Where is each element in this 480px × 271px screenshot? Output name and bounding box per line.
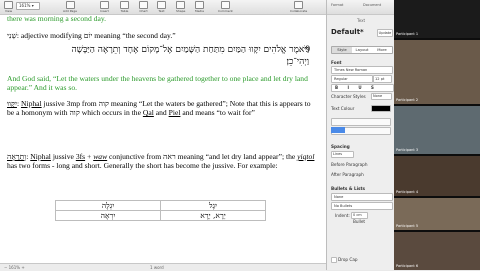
- line-spacing-select[interactable]: Lines: [331, 151, 354, 158]
- insert-button[interactable]: Insert: [100, 1, 109, 13]
- text-colour-well[interactable]: [371, 105, 391, 112]
- tab-style[interactable]: Style: [332, 47, 352, 53]
- bullet-label: Bullet: [353, 219, 366, 224]
- inspector-section-title: Text: [357, 18, 366, 23]
- add-page-icon: [65, 1, 75, 9]
- participant-tile[interactable]: Participant 2: [394, 40, 480, 104]
- view-button[interactable]: View: [4, 1, 13, 13]
- add-page-button[interactable]: Add Page: [63, 1, 77, 13]
- collaborate-button[interactable]: Collaborate: [290, 1, 307, 13]
- table-icon: [120, 1, 129, 9]
- note-second-day: שֵׁנִי: adjective modifying יוֹם meaning…: [7, 31, 319, 40]
- shape-icon: [176, 1, 186, 9]
- participant-tile[interactable]: Participant 5: [394, 198, 480, 230]
- table-cell: יֵרָא, יֵרֶא: [160, 210, 266, 221]
- document-area: there was morning a second day. שֵׁנִי: …: [0, 15, 326, 263]
- hebrew-word: שֵׁנִי: [7, 31, 17, 40]
- spacing-label: Spacing: [331, 144, 350, 149]
- tab-layout[interactable]: Layout: [352, 47, 372, 53]
- indent-label: Indent:: [335, 213, 350, 218]
- inspector-tabs: Style Layout More: [331, 46, 393, 54]
- format-inspector: Format Document Text Default* Update Sty…: [326, 0, 395, 270]
- table-cell: יִגֶל: [160, 200, 266, 211]
- participant-tile[interactable]: Participant 1: [394, 0, 480, 38]
- participant-tile[interactable]: Participant 6: [394, 232, 480, 270]
- example-table[interactable]: יִגְלֶה יִגֶל יִרְאֶה יֵרָא, יֵרֶא: [55, 200, 266, 221]
- comment-button[interactable]: Comment: [218, 1, 233, 13]
- participant-tile[interactable]: Participant 3: [394, 106, 480, 154]
- view-icon: [4, 1, 13, 9]
- hebrew-verse-line-1: וַיֹּאמֶר אֱלֹהִים יִקָּווּ הַמַּיִם מִת…: [71, 45, 310, 55]
- hebrew-word: וְתֵרָאֶה: [7, 152, 27, 161]
- chart-icon: [139, 1, 148, 9]
- note-gathered: יִקָּווּ: Niphal jussive 3mp from קוה me…: [7, 99, 311, 118]
- character-styles-select[interactable]: None: [371, 93, 392, 100]
- paragraph-style-name[interactable]: Default*: [331, 28, 364, 36]
- verse-translation: And God said, “Let the waters under the …: [7, 74, 308, 93]
- collaborate-icon: [294, 1, 304, 9]
- bullet-list-style-select[interactable]: None: [331, 193, 393, 201]
- bullets-lists-label: Bullets & Lists: [331, 186, 366, 191]
- media-button[interactable]: Media: [195, 1, 204, 13]
- app-toolbar: 161% ▾ View Add Page Insert Table Chart …: [0, 0, 326, 15]
- before-paragraph-label: Before Paragraph: [331, 162, 368, 167]
- text-button[interactable]: Text: [157, 1, 166, 13]
- drop-cap-label: Drop Cap: [338, 257, 358, 262]
- text-icon: [157, 1, 166, 9]
- font-size-field[interactable]: 12 pt: [373, 75, 392, 83]
- after-paragraph-label: After Paragraph: [331, 172, 364, 177]
- font-name-select[interactable]: Times New Roman: [331, 66, 393, 74]
- text-colour-label: Text Colour: [331, 106, 355, 111]
- participant-tile[interactable]: Participant 4: [394, 156, 480, 196]
- table-cell: יִגְלֶה: [55, 200, 161, 211]
- note-text: : adjective modifying יוֹם meaning “the …: [16, 31, 176, 40]
- tab-more[interactable]: More: [372, 47, 392, 53]
- insert-icon: [100, 1, 109, 9]
- document-tab[interactable]: Document: [363, 3, 381, 7]
- indent-field[interactable]: 0 cm: [351, 212, 368, 219]
- font-label: Font: [331, 60, 342, 65]
- media-icon: [195, 1, 204, 9]
- drop-cap-checkbox[interactable]: [331, 257, 337, 263]
- inspector-header: Format Document: [327, 0, 395, 15]
- alignment-buttons[interactable]: [331, 118, 391, 126]
- update-style-button[interactable]: Update: [377, 29, 393, 37]
- text-line-morning: there was morning a second day.: [7, 15, 107, 23]
- format-tab[interactable]: Format: [331, 3, 343, 7]
- text-format-buttons[interactable]: B I U S: [331, 84, 394, 92]
- table-row: יִגְלֶה יִגֶל: [55, 200, 266, 211]
- selected-alignment-indicator: [331, 127, 345, 133]
- table-cell: יִרְאֶה: [55, 210, 161, 221]
- zoom-select[interactable]: 161% ▾: [16, 2, 40, 10]
- chart-button[interactable]: Chart: [139, 1, 148, 13]
- table-button[interactable]: Table: [120, 1, 129, 13]
- character-styles-label: Character Styles: [331, 94, 366, 99]
- note-appear: וְתֵרָאֶה: Niphal jussive 3fs + waw conj…: [7, 152, 315, 171]
- hebrew-word: יִקָּווּ: [7, 99, 17, 108]
- bullet-type-select[interactable]: No Bullets: [331, 202, 393, 210]
- font-style-select[interactable]: Regular: [331, 75, 373, 83]
- comment-icon: [220, 1, 230, 9]
- document-page[interactable]: there was morning a second day. שֵׁנִי: …: [0, 15, 326, 263]
- shape-button[interactable]: Shape: [176, 1, 185, 13]
- word-count: 1 word: [150, 265, 164, 270]
- table-row: יִרְאֶה יֵרָא, יֵרֶא: [55, 210, 266, 221]
- hebrew-verse-line-2: וַיְהִי־כֵן׃: [286, 57, 309, 67]
- video-participants-panel: Participant 1 Participant 2 Participant …: [394, 0, 480, 270]
- zoom-control[interactable]: − 161% +: [4, 265, 25, 270]
